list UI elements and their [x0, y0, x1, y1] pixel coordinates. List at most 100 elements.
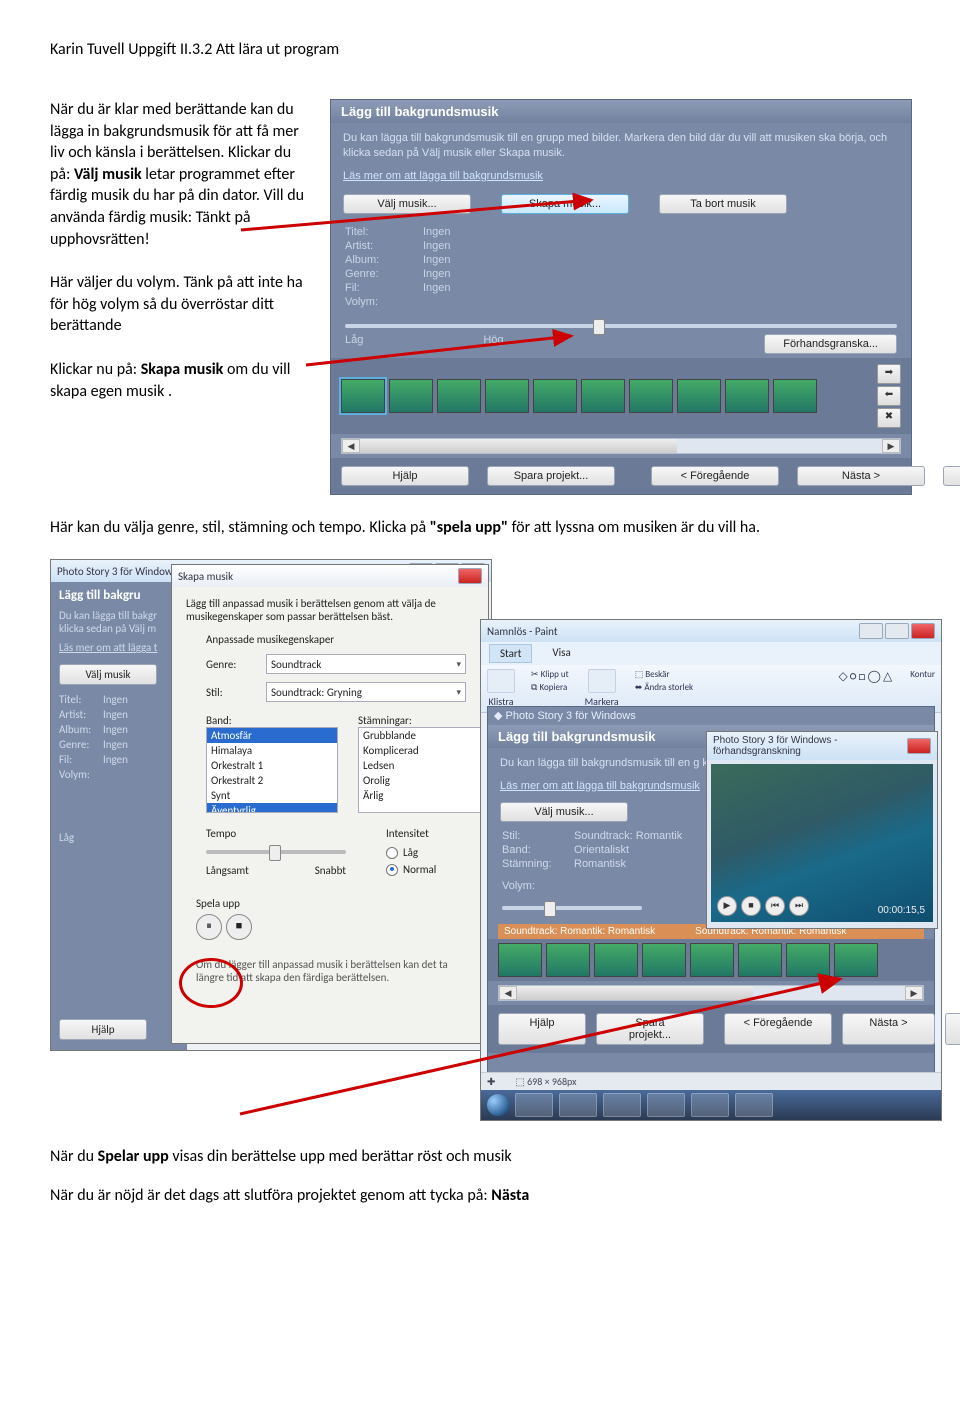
pause-icon[interactable]: ⏸: [196, 914, 222, 940]
paste-icon[interactable]: [487, 669, 515, 693]
thumbnail[interactable]: [389, 379, 433, 413]
save-project-button[interactable]: Spara projekt...: [487, 466, 615, 486]
valj-musik-button[interactable]: Välj musik...: [343, 194, 471, 214]
thumbnail[interactable]: [437, 379, 481, 413]
move-left-icon[interactable]: ⬅: [877, 386, 901, 406]
thumbnail[interactable]: [546, 943, 590, 977]
footer-p1: När du Spelar upp visas din berättelse u…: [50, 1145, 910, 1168]
shapes-gallery-icon[interactable]: ◇○□◯△: [838, 669, 894, 708]
ribbon-label[interactable]: Ändra storlek: [644, 682, 693, 693]
next-button[interactable]: Nästa >: [842, 1013, 935, 1045]
ribbon-label[interactable]: Klipp ut: [541, 669, 569, 680]
thumbnail[interactable]: [786, 943, 830, 977]
next-track-icon[interactable]: ⏭: [789, 896, 809, 916]
radio-low[interactable]: [386, 847, 398, 859]
thumbnail[interactable]: [642, 943, 686, 977]
horizontal-scrollbar[interactable]: ◀▶: [498, 985, 924, 1001]
thumbnail[interactable]: [533, 379, 577, 413]
skapa-musik-button[interactable]: Skapa musik...: [501, 194, 629, 214]
meta-label: Stil:: [502, 830, 562, 842]
thumbnail[interactable]: [725, 379, 769, 413]
close-icon[interactable]: [911, 623, 935, 639]
list-item[interactable]: Grubblande: [359, 728, 489, 743]
list-item[interactable]: Orkestralt 2: [207, 773, 337, 788]
ribbon-label[interactable]: Kontur: [910, 669, 935, 680]
thumbnail[interactable]: [690, 943, 734, 977]
thumbnail[interactable]: [834, 943, 878, 977]
taskbar-item[interactable]: [647, 1093, 685, 1117]
save-project-button[interactable]: Spara projekt...: [596, 1013, 704, 1045]
cancel-button[interactable]: Avbryt: [943, 466, 960, 486]
help-button[interactable]: Hjälp: [498, 1013, 586, 1045]
thumbnail[interactable]: [498, 943, 542, 977]
dialog-description: Lägg till anpassad musik i berättelsen g…: [186, 597, 474, 623]
prev-track-icon[interactable]: ⏮: [765, 896, 785, 916]
select-icon[interactable]: [588, 669, 616, 693]
tab-start[interactable]: Start: [489, 644, 532, 663]
tab-visa[interactable]: Visa: [542, 644, 580, 663]
list-item[interactable]: Orkestralt 1: [207, 758, 337, 773]
next-button[interactable]: Nästa >: [797, 466, 925, 486]
maximize-icon[interactable]: [885, 623, 909, 639]
nested-program-label: Photo Story 3 för Windows: [506, 710, 636, 722]
taskbar-item[interactable]: [559, 1093, 597, 1117]
stil-combo[interactable]: Soundtrack: Gryning▾: [266, 682, 466, 702]
genre-combo[interactable]: Soundtrack▾: [266, 654, 466, 674]
text: visas din berättelse upp med berättar rö…: [172, 1147, 511, 1166]
list-item[interactable]: Ärlig: [359, 788, 489, 803]
track-label: Soundtrack: Romantik: Romantisk: [504, 926, 655, 937]
list-item[interactable]: Ledsen: [359, 758, 489, 773]
footer-p2: När du är nöjd är det dags att slutföra …: [50, 1184, 910, 1207]
stop-icon[interactable]: ■: [226, 914, 252, 940]
close-icon[interactable]: [907, 738, 931, 754]
instruction-column: När du är klar med berättande kan du läg…: [50, 99, 310, 420]
thumbnail[interactable]: [677, 379, 721, 413]
thumbnail[interactable]: [738, 943, 782, 977]
window-description: Du kan lägga till bakgrundsmusik till en…: [331, 123, 911, 170]
valj-musik-button[interactable]: Välj musik...: [500, 802, 628, 822]
ribbon-label[interactable]: Beskär: [645, 669, 669, 680]
thumbnail[interactable]: [581, 379, 625, 413]
help-link[interactable]: Läs mer om att lägga till bakgrundsmusik: [331, 170, 555, 190]
radio-normal[interactable]: [386, 864, 398, 876]
list-item[interactable]: Komplicerad: [359, 743, 489, 758]
previous-button[interactable]: < Föregående: [724, 1013, 832, 1045]
taskbar-item[interactable]: [735, 1093, 773, 1117]
list-item[interactable]: Orolig: [359, 773, 489, 788]
thumbnail[interactable]: [773, 379, 817, 413]
thumbnail[interactable]: [594, 943, 638, 977]
cancel-button[interactable]: Avbryt: [945, 1013, 960, 1045]
taskbar-item[interactable]: [691, 1093, 729, 1117]
bg-link[interactable]: Läs mer om att lägga t: [59, 641, 179, 654]
thumbnail[interactable]: [341, 379, 385, 413]
help-button[interactable]: Hjälp: [59, 1019, 147, 1040]
list-item[interactable]: Synt: [207, 788, 337, 803]
stamning-listbox[interactable]: Grubblande Komplicerad Ledsen Orolig Ärl…: [358, 727, 490, 813]
horizontal-scrollbar[interactable]: ◀▶: [341, 438, 901, 454]
move-right-icon[interactable]: ➡: [877, 364, 901, 384]
help-button[interactable]: Hjälp: [341, 466, 469, 486]
volume-slider[interactable]: [331, 316, 911, 334]
list-item[interactable]: Atmosfär: [207, 728, 337, 743]
list-item[interactable]: Himalaya: [207, 743, 337, 758]
thumbnail[interactable]: [485, 379, 529, 413]
photostory-window: Lägg till bakgrundsmusik Du kan lägga ti…: [330, 99, 912, 495]
taskbar-item[interactable]: [603, 1093, 641, 1117]
taskbar-item[interactable]: [515, 1093, 553, 1117]
stop-icon[interactable]: ■: [741, 896, 761, 916]
start-orb-icon[interactable]: [487, 1094, 509, 1116]
play-icon[interactable]: ▶: [717, 896, 737, 916]
preview-button[interactable]: Förhandsgranska...: [764, 334, 897, 354]
text-bold: Spelar upp: [98, 1147, 169, 1166]
ta-bort-musik-button[interactable]: Ta bort musik: [659, 194, 787, 214]
previous-button[interactable]: < Föregående: [651, 466, 779, 486]
help-link[interactable]: Läs mer om att lägga till bakgrundsmusik: [488, 780, 712, 800]
delete-icon[interactable]: ✖: [877, 408, 901, 428]
band-listbox[interactable]: Atmosfär Himalaya Orkestralt 1 Orkestral…: [206, 727, 338, 813]
minimize-icon[interactable]: [859, 623, 883, 639]
list-item[interactable]: Äventyrlig: [207, 803, 337, 813]
thumbnail[interactable]: [629, 379, 673, 413]
close-icon[interactable]: [458, 568, 482, 584]
valj-musik-button-cropped[interactable]: Välj musik: [59, 664, 157, 685]
ribbon-label[interactable]: Kopiera: [539, 682, 567, 693]
